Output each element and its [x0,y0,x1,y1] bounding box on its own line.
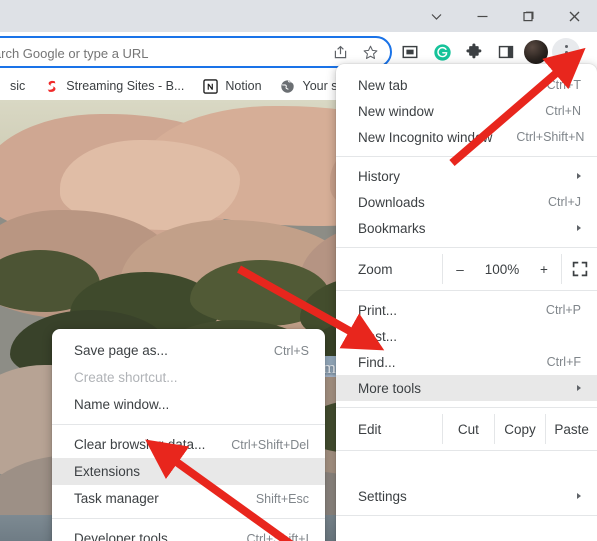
menu-item-label: Task manager [74,491,159,506]
menu-item-new-incognito-window[interactable]: New Incognito window Ctrl+Shift+N [336,124,597,150]
notion-icon [202,78,218,94]
menu-item-history[interactable]: History [336,163,597,189]
more-tools-submenu: Save page as... Ctrl+S Create shortcut..… [52,329,325,541]
menu-separator [52,518,325,519]
fullscreen-icon[interactable] [562,254,597,284]
copy-button[interactable]: Copy [495,414,546,444]
menu-item-save-page-as[interactable]: Save page as... Ctrl+S [52,337,325,364]
menu-item-label: Settings [358,488,407,504]
bookmark-label: sic [10,79,26,93]
menu-item-label: History [358,168,401,184]
menu-item-bookmarks[interactable]: Bookmarks [336,215,597,241]
menu-item-accelerator: Ctrl+J [548,195,581,209]
menu-item-label: Name window... [74,397,170,412]
generic-favicon [0,78,3,94]
zoom-in-button[interactable]: + [527,254,561,284]
menu-separator [336,515,597,516]
share-icon[interactable] [326,38,354,66]
menu-item-clear-browsing-data[interactable]: Clear browsing data... Ctrl+Shift+Del [52,431,325,458]
menu-separator [336,450,597,451]
menu-item-label: New Incognito window [358,129,493,145]
menu-item-accelerator: Ctrl+T [546,78,581,92]
menu-item-accelerator: Ctrl+P [545,303,581,317]
edit-row: Edit Cut Copy Paste [336,414,597,444]
tab-search-chevron-down-icon[interactable] [413,0,459,32]
search-input[interactable] [0,38,280,68]
menu-item-cast[interactable]: Cast... [336,323,597,349]
close-icon[interactable] [551,0,597,32]
bookmark-item[interactable]: Streaming Sites - B... [34,75,193,97]
menu-item-accelerator: Ctrl+Shift+Del [231,437,309,452]
bookmark-item[interactable]: sic [0,75,34,97]
menu-item-label: New window [358,103,434,119]
bookmark-star-icon[interactable] [356,38,384,66]
bookmark-item[interactable]: Notion [193,75,270,97]
paste-button[interactable]: Paste [546,414,597,444]
menu-item-exit[interactable] [336,522,597,541]
menu-item-new-window[interactable]: New window Ctrl+N [336,98,597,124]
menu-item-label: Cast... [358,328,398,344]
bookmark-label: Streaming Sites - B... [66,79,185,93]
zoom-percent-value: 100% [484,261,520,277]
menu-item-label: Downloads [358,194,425,210]
minimize-icon[interactable] [459,0,505,32]
chrome-main-menu: New tab Ctrl+T New window Ctrl+N New Inc… [336,64,597,541]
menu-item-developer-tools[interactable]: Developer tools Ctrl+Shift+I [52,525,325,541]
menu-item-label: Bookmarks [358,220,426,236]
title-bar [0,0,597,32]
menu-item-label: New tab [358,77,408,93]
profile-avatar[interactable] [524,40,548,64]
browser-window: sic Streaming Sites - B... Notion [0,0,597,541]
chevron-right-icon [577,173,581,179]
chevron-right-icon [577,493,581,499]
menu-item-accelerator: Ctrl+N [545,104,581,118]
picture-in-picture-icon[interactable] [396,38,424,66]
window-controls [413,0,597,32]
streaming-s-icon [43,78,59,94]
menu-item-accelerator: Ctrl+F [546,355,581,369]
menu-item-settings[interactable] [336,457,597,483]
zoom-label: Zoom [358,261,393,277]
menu-item-print[interactable]: Print... Ctrl+P [336,297,597,323]
menu-item-label: Save page as... [74,343,168,358]
menu-separator [336,290,597,291]
side-panel-icon[interactable] [492,38,520,66]
edit-label: Edit [358,421,382,437]
menu-item-label: Clear browsing data... [74,437,206,452]
menu-item-downloads[interactable]: Downloads Ctrl+J [336,189,597,215]
menu-item-label: Developer tools [74,531,168,541]
menu-separator [336,247,597,248]
chevron-right-icon [577,225,581,231]
chrome-menu-kebab-icon[interactable] [552,38,580,66]
menu-item-more-tools[interactable]: More tools [336,375,597,401]
extensions-puzzle-icon[interactable] [460,38,488,66]
chevron-right-icon [577,385,581,391]
menu-item-accelerator: Ctrl+S [273,343,309,358]
menu-separator [336,156,597,157]
menu-item-name-window[interactable]: Name window... [52,391,325,418]
menu-item-label: Extensions [74,464,141,479]
menu-item-create-shortcut: Create shortcut... [52,364,325,391]
menu-item-task-manager[interactable]: Task manager Shift+Esc [52,485,325,512]
globe-icon [280,78,296,94]
menu-item-label: More tools [358,380,422,396]
cut-button[interactable]: Cut [443,414,494,444]
menu-item-label: Print... [358,302,398,318]
menu-item-find[interactable]: Find... Ctrl+F [336,349,597,375]
zoom-row: Zoom – 100% + [336,254,597,284]
menu-item-accelerator: Ctrl+Shift+N [516,130,585,144]
menu-item-extensions[interactable]: Extensions [52,458,325,485]
menu-separator [52,424,325,425]
menu-item-accelerator: Shift+Esc [255,491,309,506]
bookmark-label: Notion [225,79,262,93]
menu-item-help[interactable]: Settings [336,483,597,509]
menu-item-label: Create shortcut... [74,370,178,385]
menu-separator [336,407,597,408]
menu-item-new-tab[interactable]: New tab Ctrl+T [336,72,597,98]
zoom-out-button[interactable]: – [443,254,477,284]
maximize-icon[interactable] [505,0,551,32]
menu-item-label: Find... [358,354,396,370]
grammarly-extension-icon[interactable] [428,38,456,66]
menu-item-accelerator: Ctrl+Shift+I [246,531,309,541]
